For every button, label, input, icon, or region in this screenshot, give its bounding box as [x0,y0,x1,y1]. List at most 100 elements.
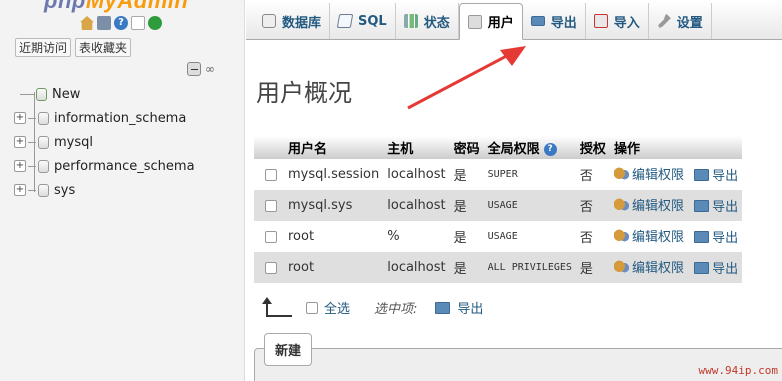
export-link[interactable]: 导出 [688,227,738,246]
cell-host: localhost [383,190,450,221]
tree-item-information-schema[interactable]: + information_schema [14,106,195,130]
header-password: 密码 [449,136,484,159]
edit-privileges-link[interactable]: 编辑权限 [613,164,684,183]
tree-item-mysql[interactable]: + mysql [14,130,195,154]
tab-databases[interactable]: 数据库 [254,3,331,39]
users-icon [467,14,482,29]
header-host[interactable]: 主机 [383,136,450,159]
tree-controls: ∞ [187,62,215,76]
tab-export[interactable]: 导出 [523,3,586,39]
settings-icon [658,14,671,28]
edit-privileges-link[interactable]: 编辑权限 [613,195,684,214]
reload-icon[interactable] [148,16,162,30]
new-database-icon [36,87,47,101]
tab-sql[interactable]: SQL [330,3,396,39]
export-link[interactable]: 导出 [688,258,738,277]
edit-privileges-icon [613,259,629,274]
header-action: 操作 [609,136,743,159]
cell-grant: 是 [575,252,610,283]
row-checkbox[interactable] [265,230,277,243]
table-row: mysql.sys localhost 是 USAGE 否 编辑权限 导出 [254,190,743,221]
cell-grant: 否 [575,221,610,252]
import-icon [593,14,608,28]
cell-grant: 否 [575,159,610,190]
tab-import[interactable]: 导入 [586,3,649,39]
cell-password: 是 [449,221,484,252]
watermark: www.94ip.com [698,364,778,377]
bulk-export-button[interactable]: 导出 [435,298,483,317]
help-icon[interactable]: ? [543,143,557,156]
table-header-row: 用户名 主机 密码 全局权限? 授权 操作 [254,136,743,159]
cell-username: mysql.sys [284,190,384,221]
export-icon [435,301,451,314]
annotation-arrow-icon [407,46,526,110]
navigation-panel: phpMyAdmin ? 近期访问 表收藏夹 ∞ New + informati… [0,0,245,381]
new-user-legend: 新建 [264,333,313,366]
collapse-all-icon[interactable] [187,62,201,76]
tab-settings[interactable]: 设置 [649,3,712,39]
tab-users[interactable]: 用户 [458,3,523,40]
cell-privileges: ALL PRIVILEGES [483,252,576,283]
row-checkbox[interactable] [265,199,277,212]
cell-privileges: USAGE [483,190,576,221]
status-icon [403,14,418,28]
phpmyadmin-logo[interactable]: phpMyAdmin [44,0,188,14]
edit-privileges-link[interactable]: 编辑权限 [613,226,684,245]
link-icon[interactable]: ∞ [205,62,215,76]
row-checkbox[interactable] [265,168,277,181]
with-selected-label: 选中项: [374,302,418,317]
cell-host: localhost [383,252,450,283]
recent-tab[interactable]: 近期访问 [15,38,72,57]
expand-icon[interactable]: + [14,112,26,124]
export-icon [694,168,710,181]
tree-item-new[interactable]: New [14,82,195,106]
recent-favorites-tabs: 近期访问 表收藏夹 [15,38,132,57]
cell-password: 是 [449,159,484,190]
expand-icon[interactable]: + [14,160,26,172]
edit-privileges-link[interactable]: 编辑权限 [613,257,684,276]
edit-privileges-icon [613,197,629,212]
header-username[interactable]: 用户名 [284,136,384,159]
table-row: root localhost 是 ALL PRIVILEGES 是 编辑权限 导… [254,252,743,283]
row-checkbox[interactable] [265,261,277,274]
favorites-tab[interactable]: 表收藏夹 [75,38,132,57]
help-icon[interactable]: ? [114,16,128,30]
export-icon [530,16,545,26]
export-icon [694,261,710,274]
cell-username: root [284,252,384,283]
main-content: 数据库 SQL 状态 用户 导出 导入 设置 用户概况 用户名 主机 密码 全局… [246,0,782,381]
export-icon [694,199,710,212]
cell-username: mysql.session [284,159,384,190]
header-grant: 授权 [575,136,610,159]
database-icon [262,14,276,28]
export-link[interactable]: 导出 [688,165,738,184]
table-row: mysql.session localhost 是 SUPER 否 编辑权限 导… [254,159,743,190]
cell-actions: 编辑权限 导出 [609,252,743,283]
documentation-icon[interactable] [131,16,145,30]
tab-status[interactable]: 状态 [396,3,459,39]
database-icon [38,159,49,173]
expand-icon[interactable]: + [14,184,26,196]
table-row: root % 是 USAGE 否 编辑权限 导出 [254,221,743,252]
tree-item-label: New [52,86,81,102]
header-global-privileges: 全局权限? [483,136,576,159]
select-all-label[interactable]: 全选 [324,298,350,317]
select-all-checkbox[interactable] [306,301,318,314]
cell-username: root [284,221,384,252]
home-icon[interactable] [80,16,94,30]
cell-host: localhost [383,159,450,190]
logout-icon[interactable] [97,16,111,30]
database-icon [38,135,49,149]
export-link[interactable]: 导出 [688,196,738,215]
database-tree: New + information_schema + mysql + perfo… [14,82,195,202]
expand-icon[interactable]: + [14,136,26,148]
nav-icon-bar: ? [80,16,162,30]
cell-privileges: USAGE [483,221,576,252]
tree-item-sys[interactable]: + sys [14,178,195,202]
tree-item-performance-schema[interactable]: + performance_schema [14,154,195,178]
tree-item-label: mysql [54,134,93,150]
tree-item-label: information_schema [54,110,187,126]
edit-privileges-icon [613,166,629,181]
cell-privileges: SUPER [483,159,576,190]
edit-privileges-icon [613,228,629,243]
